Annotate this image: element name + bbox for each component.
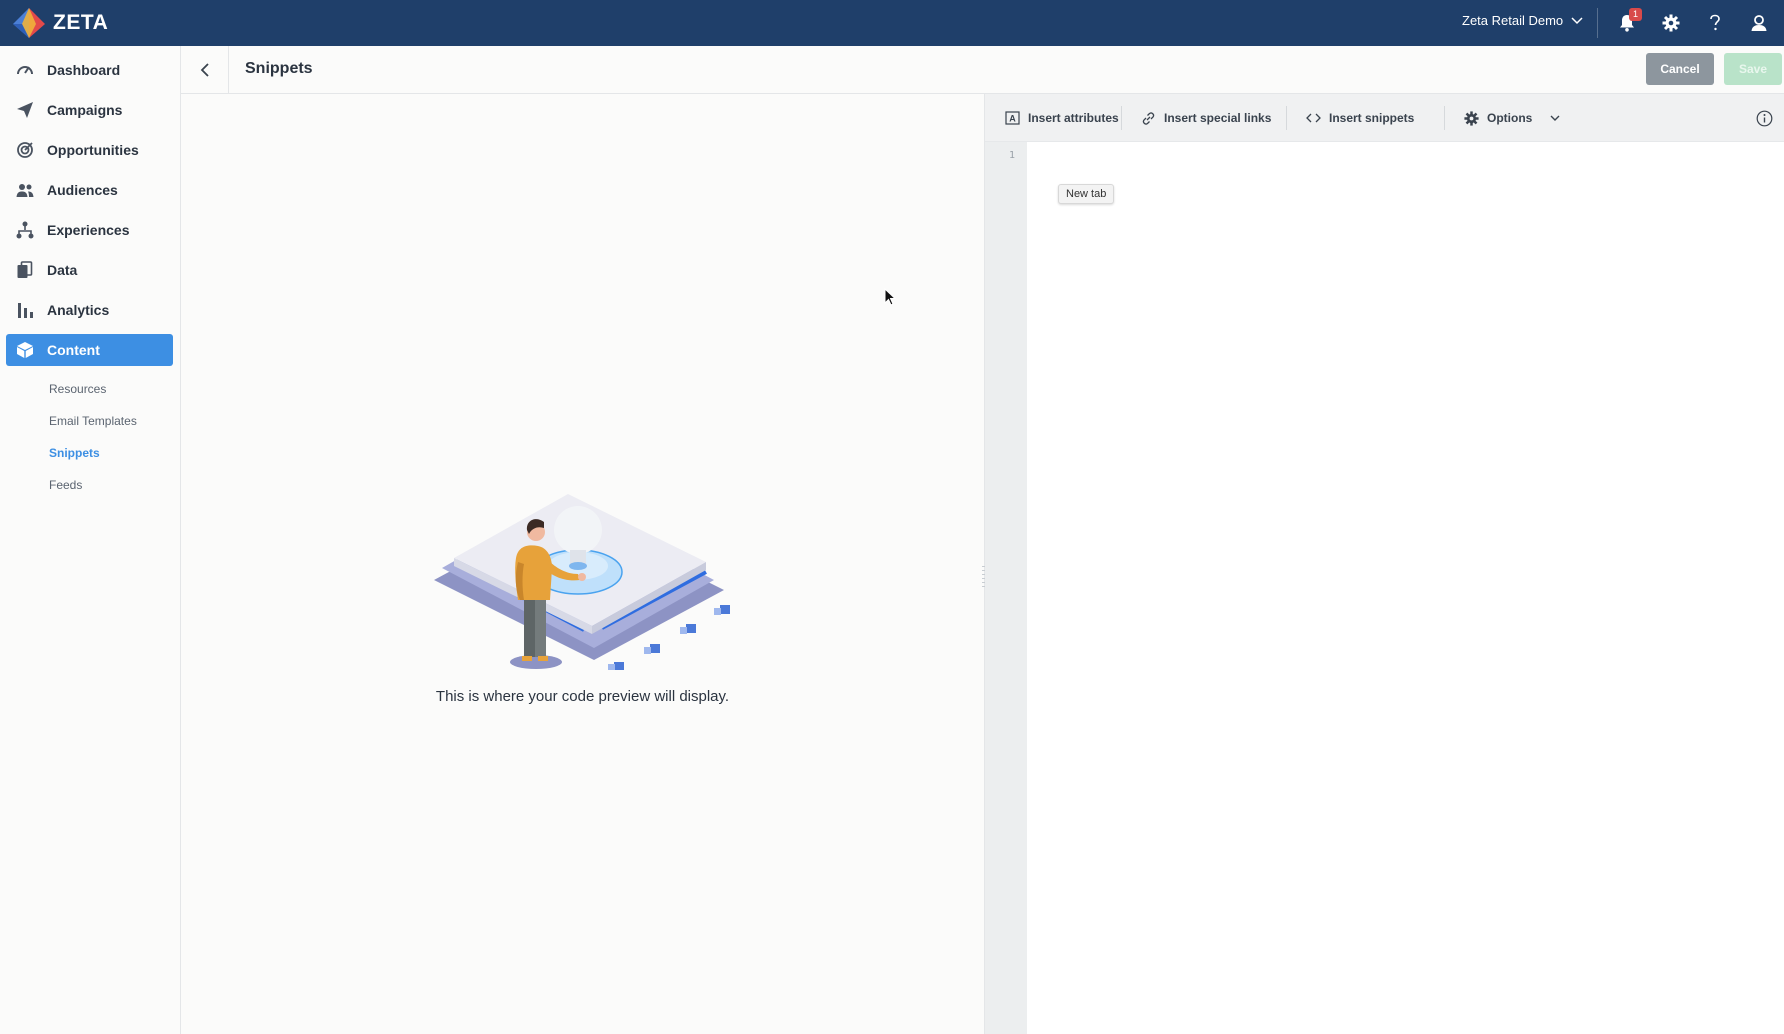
zeta-logo[interactable]: ZETA	[12, 7, 108, 39]
sidebar-item-campaigns[interactable]: Campaigns	[6, 94, 173, 126]
notification-badge: 1	[1629, 8, 1642, 21]
subnav-item-snippets[interactable]: Snippets	[49, 446, 100, 460]
info-button[interactable]	[1756, 94, 1773, 142]
sidebar-item-audiences[interactable]: Audiences	[6, 174, 173, 206]
sidebar-item-label: Experiences	[47, 222, 130, 238]
sidebar-item-label: Content	[47, 342, 100, 358]
insert-special-links-label: Insert special links	[1164, 111, 1272, 125]
zeta-logo-mark-icon	[13, 8, 45, 38]
user-icon	[1751, 15, 1767, 31]
sidebar-item-label: Data	[47, 262, 78, 278]
line-number: 1	[1009, 150, 1016, 161]
svg-text:A: A	[1009, 114, 1016, 124]
chevron-down-icon	[1571, 16, 1583, 24]
sidebar-item-label: Opportunities	[47, 142, 139, 158]
notifications-button[interactable]: 1	[1615, 8, 1642, 35]
options-dropdown[interactable]: Options	[1464, 94, 1560, 142]
bar-chart-icon	[14, 299, 36, 321]
options-label: Options	[1487, 111, 1533, 125]
insert-special-links-button[interactable]: Insert special links	[1141, 94, 1271, 142]
sidebar-item-label: Audiences	[47, 182, 118, 198]
help-button[interactable]	[1703, 11, 1727, 35]
settings-button[interactable]	[1659, 11, 1683, 35]
mouse-cursor-icon	[884, 288, 896, 306]
insert-attributes-label: Insert attributes	[1028, 111, 1119, 125]
line-number-gutter	[985, 142, 1027, 1034]
sidebar: Dashboard Campaigns Opportunities Audien…	[0, 46, 181, 1034]
hierarchy-icon	[14, 219, 36, 241]
chevron-down-icon	[1550, 115, 1560, 121]
subnav-item-resources[interactable]: Resources	[49, 382, 106, 396]
editor-toolbar: A Insert attributes Insert special links…	[985, 94, 1784, 142]
sidebar-item-content[interactable]: Content	[6, 334, 173, 366]
attribute-icon: A	[1005, 111, 1020, 125]
insert-attributes-button[interactable]: A Insert attributes	[1005, 94, 1119, 142]
help-icon	[1710, 14, 1720, 31]
toolbar-divider	[1286, 106, 1287, 130]
dashboard-icon	[14, 59, 36, 81]
files-icon	[14, 259, 36, 281]
chevron-left-icon	[200, 62, 209, 77]
gear-icon	[1662, 14, 1680, 32]
code-preview-pane: This is where your code preview will dis…	[181, 94, 984, 1034]
sidebar-item-label: Dashboard	[47, 62, 121, 78]
top-bar: ZETA Zeta Retail Demo 1	[0, 0, 1784, 46]
topbar-divider	[1597, 8, 1598, 38]
cancel-button[interactable]: Cancel	[1646, 53, 1714, 85]
account-switcher[interactable]: Zeta Retail Demo	[1462, 13, 1583, 28]
back-button[interactable]	[181, 46, 229, 93]
sidebar-item-data[interactable]: Data	[6, 254, 173, 286]
sidebar-item-label: Campaigns	[47, 102, 123, 118]
toolbar-divider	[1121, 106, 1122, 130]
new-tab-tooltip: New tab	[1058, 184, 1115, 204]
insert-snippets-label: Insert snippets	[1329, 111, 1415, 125]
empty-state-illustration	[434, 494, 730, 670]
subnav-item-feeds[interactable]: Feeds	[49, 478, 82, 492]
cube-icon	[14, 339, 36, 361]
profile-button[interactable]	[1747, 11, 1771, 35]
target-icon	[14, 139, 36, 161]
gear-icon	[1464, 110, 1479, 126]
page-title: Snippets	[245, 60, 313, 77]
code-editor-pane: A Insert attributes Insert special links…	[985, 94, 1784, 1034]
link-icon	[1142, 111, 1155, 125]
sidebar-item-dashboard[interactable]: Dashboard	[6, 54, 173, 86]
paper-plane-icon	[14, 99, 36, 121]
save-button[interactable]: Save	[1724, 53, 1782, 85]
insert-snippets-button[interactable]: Insert snippets	[1306, 94, 1414, 142]
code-brackets-icon	[1306, 113, 1321, 123]
info-icon	[1756, 110, 1773, 126]
page-header: Snippets Cancel Save	[181, 46, 1784, 94]
sidebar-item-experiences[interactable]: Experiences	[6, 214, 173, 246]
sidebar-item-label: Analytics	[47, 302, 110, 318]
people-icon	[14, 179, 36, 201]
sidebar-item-opportunities[interactable]: Opportunities	[6, 134, 173, 166]
subnav-item-email-templates[interactable]: Email Templates	[49, 414, 137, 428]
brand-name: ZETA	[53, 11, 109, 34]
empty-preview-message: This is where your code preview will dis…	[435, 688, 730, 705]
sidebar-item-analytics[interactable]: Analytics	[6, 294, 173, 326]
toolbar-divider	[1444, 106, 1445, 130]
account-name: Zeta Retail Demo	[1462, 13, 1564, 28]
